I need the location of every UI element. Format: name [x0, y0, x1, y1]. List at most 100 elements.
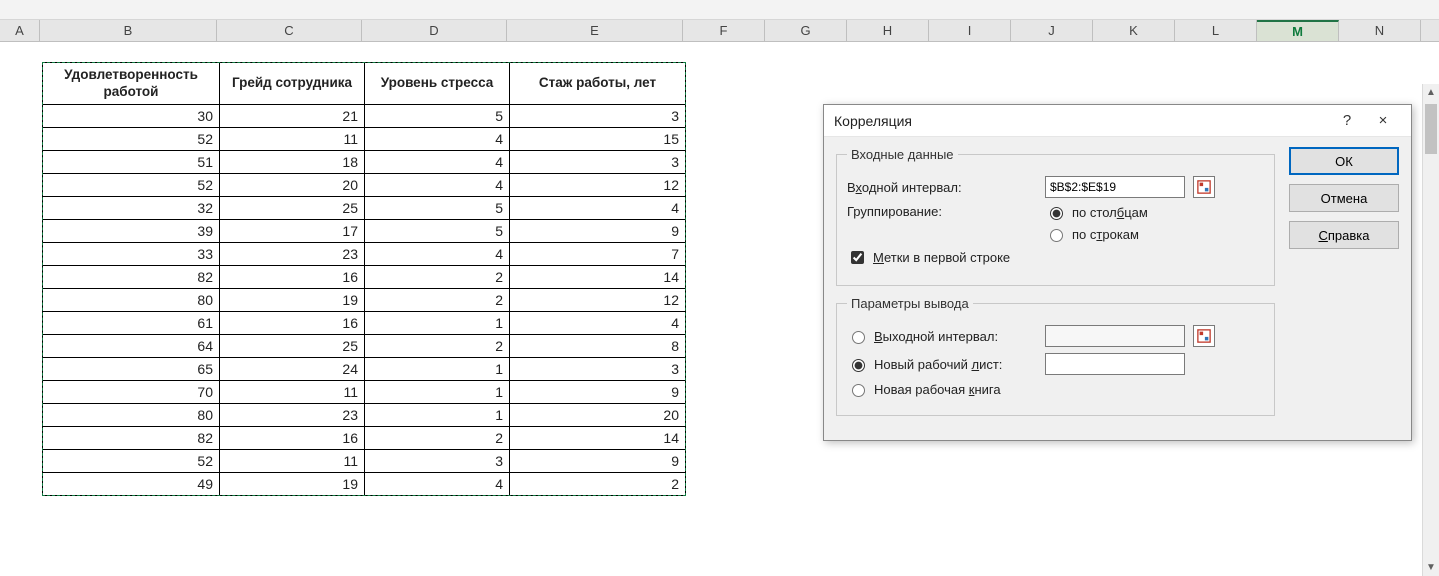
- cell[interactable]: 30: [43, 105, 220, 128]
- dialog-titlebar[interactable]: Корреляция ? ×: [824, 105, 1411, 137]
- table-row[interactable]: 521139: [43, 450, 686, 473]
- cell[interactable]: 4: [365, 243, 510, 266]
- cell[interactable]: 16: [220, 266, 365, 289]
- scrollbar-thumb[interactable]: [1425, 104, 1437, 154]
- new-worksheet-radio[interactable]: Новый рабочий лист:: [847, 356, 1037, 372]
- cell[interactable]: 3: [365, 450, 510, 473]
- table-row[interactable]: 5220412: [43, 174, 686, 197]
- table-row[interactable]: 642528: [43, 335, 686, 358]
- cell[interactable]: 5: [365, 105, 510, 128]
- column-header-C[interactable]: C: [217, 20, 362, 41]
- cell[interactable]: 51: [43, 151, 220, 174]
- cell[interactable]: 33: [43, 243, 220, 266]
- output-range-radio[interactable]: Выходной интервал:: [847, 328, 1037, 344]
- cell[interactable]: 4: [510, 197, 686, 220]
- cell[interactable]: 19: [220, 289, 365, 312]
- group-by-rows-radio[interactable]: по строкам: [1045, 226, 1148, 242]
- cell[interactable]: 4: [365, 128, 510, 151]
- cell[interactable]: 23: [220, 404, 365, 427]
- column-header-G[interactable]: G: [765, 20, 847, 41]
- column-header-J[interactable]: J: [1011, 20, 1093, 41]
- group-by-columns-radio[interactable]: по столбцам: [1045, 204, 1148, 220]
- cell[interactable]: 4: [365, 151, 510, 174]
- cell[interactable]: 5: [365, 197, 510, 220]
- cell[interactable]: 20: [510, 404, 686, 427]
- new-worksheet-name-field[interactable]: [1045, 353, 1185, 375]
- ok-button[interactable]: ОК: [1289, 147, 1399, 175]
- range-picker-icon[interactable]: [1193, 176, 1215, 198]
- vertical-scrollbar[interactable]: ▲ ▼: [1422, 84, 1439, 576]
- cell[interactable]: 39: [43, 220, 220, 243]
- column-header-B[interactable]: B: [40, 20, 217, 41]
- cell[interactable]: 3: [510, 151, 686, 174]
- column-header-M[interactable]: M: [1257, 20, 1339, 41]
- cell[interactable]: 32: [43, 197, 220, 220]
- cell[interactable]: 2: [510, 473, 686, 496]
- table-row[interactable]: 701119: [43, 381, 686, 404]
- cell[interactable]: 7: [510, 243, 686, 266]
- column-header-D[interactable]: D: [362, 20, 507, 41]
- cell[interactable]: 12: [510, 174, 686, 197]
- cell[interactable]: 3: [510, 105, 686, 128]
- table-row[interactable]: 611614: [43, 312, 686, 335]
- column-header-F[interactable]: F: [683, 20, 765, 41]
- help-icon[interactable]: ?: [1329, 107, 1365, 135]
- table-row[interactable]: 391759: [43, 220, 686, 243]
- cell[interactable]: 4: [365, 174, 510, 197]
- table-header[interactable]: Удовлетворенность работой: [43, 63, 220, 105]
- cell[interactable]: 2: [365, 266, 510, 289]
- cell[interactable]: 1: [365, 358, 510, 381]
- table-header[interactable]: Грейд сотрудника: [220, 63, 365, 105]
- table-row[interactable]: 8019212: [43, 289, 686, 312]
- cell[interactable]: 2: [365, 335, 510, 358]
- cell[interactable]: 17: [220, 220, 365, 243]
- table-row[interactable]: 5211415: [43, 128, 686, 151]
- cell[interactable]: 14: [510, 427, 686, 450]
- table-row[interactable]: 491942: [43, 473, 686, 496]
- column-header-H[interactable]: H: [847, 20, 929, 41]
- table-header[interactable]: Стаж работы, лет: [510, 63, 686, 105]
- column-header-N[interactable]: N: [1339, 20, 1421, 41]
- column-header-K[interactable]: K: [1093, 20, 1175, 41]
- cell[interactable]: 1: [365, 312, 510, 335]
- cell[interactable]: 4: [510, 312, 686, 335]
- cell[interactable]: 21: [220, 105, 365, 128]
- cell[interactable]: 15: [510, 128, 686, 151]
- table-row[interactable]: 511843: [43, 151, 686, 174]
- input-range-field[interactable]: [1045, 176, 1185, 198]
- cell[interactable]: 11: [220, 128, 365, 151]
- cell[interactable]: 20: [220, 174, 365, 197]
- table-row[interactable]: 332347: [43, 243, 686, 266]
- cell[interactable]: 2: [365, 289, 510, 312]
- table-row[interactable]: 322554: [43, 197, 686, 220]
- cell[interactable]: 82: [43, 266, 220, 289]
- help-button[interactable]: Справка: [1289, 221, 1399, 249]
- close-icon[interactable]: ×: [1365, 107, 1401, 135]
- cell[interactable]: 16: [220, 312, 365, 335]
- table-row[interactable]: 302153: [43, 105, 686, 128]
- data-table[interactable]: Удовлетворенность работойГрейд сотрудник…: [42, 62, 686, 496]
- cell[interactable]: 80: [43, 404, 220, 427]
- cell[interactable]: 80: [43, 289, 220, 312]
- scroll-up-icon[interactable]: ▲: [1423, 84, 1439, 101]
- column-header-L[interactable]: L: [1175, 20, 1257, 41]
- cell[interactable]: 65: [43, 358, 220, 381]
- cell[interactable]: 18: [220, 151, 365, 174]
- column-header-I[interactable]: I: [929, 20, 1011, 41]
- table-row[interactable]: 8216214: [43, 427, 686, 450]
- cell[interactable]: 4: [365, 473, 510, 496]
- worksheet-area[interactable]: Удовлетворенность работойГрейд сотрудник…: [0, 42, 1439, 576]
- cell[interactable]: 19: [220, 473, 365, 496]
- cell[interactable]: 3: [510, 358, 686, 381]
- cell[interactable]: 11: [220, 381, 365, 404]
- table-row[interactable]: 8023120: [43, 404, 686, 427]
- cell[interactable]: 9: [510, 220, 686, 243]
- cell[interactable]: 1: [365, 404, 510, 427]
- cell[interactable]: 2: [365, 427, 510, 450]
- cancel-button[interactable]: Отмена: [1289, 184, 1399, 212]
- cell[interactable]: 24: [220, 358, 365, 381]
- cell[interactable]: 1: [365, 381, 510, 404]
- table-header[interactable]: Уровень стресса: [365, 63, 510, 105]
- labels-first-row-checkbox[interactable]: Метки в первой строке: [847, 248, 1010, 267]
- cell[interactable]: 25: [220, 335, 365, 358]
